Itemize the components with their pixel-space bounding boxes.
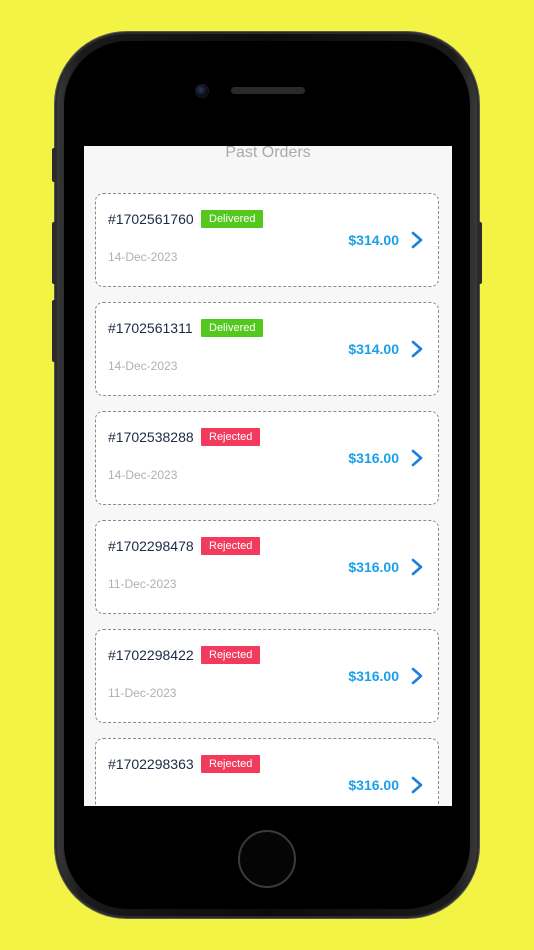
chevron-right-icon[interactable] <box>410 558 424 576</box>
order-id: #1702298478 <box>108 538 194 554</box>
status-badge: Delivered <box>201 319 264 337</box>
status-badge: Rejected <box>201 755 261 773</box>
app-screen: Past Orders #1702561760 Delivered 14-Dec… <box>84 146 452 806</box>
chevron-right-icon[interactable] <box>410 776 424 794</box>
order-card[interactable]: #1702298478 Rejected 11-Dec-2023 $316.00 <box>95 520 439 614</box>
order-date: 14-Dec-2023 <box>108 359 178 373</box>
power-button <box>477 222 482 284</box>
order-id: #1702298363 <box>108 756 194 772</box>
status-badge: Rejected <box>201 537 261 555</box>
order-date: 11-Dec-2023 <box>108 686 177 700</box>
order-amount: $314.00 <box>348 341 399 357</box>
page-title: Past Orders <box>225 146 311 161</box>
volume-down-button <box>52 300 57 362</box>
order-amount: $314.00 <box>348 232 399 248</box>
order-card[interactable]: #1702298363 Rejected $316.00 <box>95 738 439 806</box>
volume-up-button <box>52 222 57 284</box>
order-date: 14-Dec-2023 <box>108 250 178 264</box>
order-card[interactable]: #1702561311 Delivered 14-Dec-2023 $314.0… <box>95 302 439 396</box>
chevron-right-icon[interactable] <box>410 340 424 358</box>
home-button[interactable] <box>238 830 296 888</box>
order-id: #1702561311 <box>108 320 193 336</box>
order-amount: $316.00 <box>348 777 399 793</box>
order-card[interactable]: #1702561760 Delivered 14-Dec-2023 $314.0… <box>95 193 439 287</box>
order-date: 14-Dec-2023 <box>108 468 178 482</box>
order-card[interactable]: #1702538288 Rejected 14-Dec-2023 $316.00 <box>95 411 439 505</box>
mute-switch <box>52 148 57 182</box>
chevron-right-icon[interactable] <box>410 449 424 467</box>
order-amount: $316.00 <box>348 668 399 684</box>
order-id: #1702538288 <box>108 429 194 445</box>
order-date: 11-Dec-2023 <box>108 577 177 591</box>
status-badge: Rejected <box>201 646 261 664</box>
status-badge: Delivered <box>201 210 264 228</box>
order-id: #1702561760 <box>108 211 194 227</box>
order-id: #1702298422 <box>108 647 194 663</box>
order-amount: $316.00 <box>348 450 399 466</box>
order-card[interactable]: #1702298422 Rejected 11-Dec-2023 $316.00 <box>95 629 439 723</box>
order-amount: $316.00 <box>348 559 399 575</box>
chevron-right-icon[interactable] <box>410 667 424 685</box>
status-badge: Rejected <box>201 428 261 446</box>
front-camera-icon <box>195 84 209 98</box>
chevron-right-icon[interactable] <box>410 231 424 249</box>
speaker-grille <box>231 87 305 94</box>
